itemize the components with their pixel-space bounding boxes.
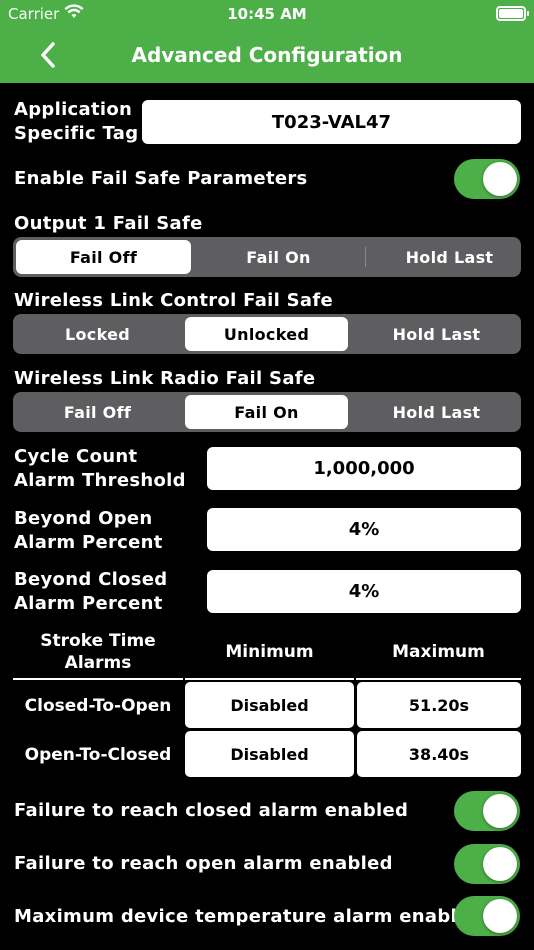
column-maximum-header: Maximum <box>392 642 485 662</box>
column-minimum-header: Minimum <box>225 642 314 662</box>
fail-safe-params-label: Enable Fail Safe Parameters <box>14 168 308 189</box>
wl-radio-option-fail-off[interactable]: Fail Off <box>13 392 182 432</box>
app-tag-label-line2: Specific Tag <box>14 123 139 144</box>
navigation-bar: Advanced Configuration <box>0 28 534 83</box>
wl-radio-segmented-control: Fail Off Fail On Hold Last <box>13 392 521 432</box>
cycle-count-input[interactable]: 1,000,000 <box>207 447 521 490</box>
output1-label: Output 1 Fail Safe <box>14 213 203 234</box>
beyond-open-label-line1: Beyond Open <box>14 508 153 529</box>
beyond-closed-label-line1: Beyond Closed <box>14 569 168 590</box>
toggle-knob <box>483 162 517 196</box>
wl-control-option-locked[interactable]: Locked <box>13 314 182 354</box>
wl-radio-option-hold-last[interactable]: Hold Last <box>352 392 521 432</box>
app-tag-input[interactable]: T023-VAL47 <box>142 100 521 144</box>
app-tag-label-line1: Application <box>14 99 133 120</box>
open-to-closed-maximum-cell[interactable]: 38.40s <box>357 731 521 777</box>
status-time: 10:45 AM <box>227 5 307 23</box>
temperature-alarm-toggle[interactable] <box>454 896 520 936</box>
toggle-knob <box>483 794 517 828</box>
fail-safe-params-toggle[interactable] <box>454 159 520 199</box>
output1-option-fail-off[interactable]: Fail Off <box>16 240 191 274</box>
wl-radio-option-fail-on[interactable]: Fail On <box>185 395 348 429</box>
wl-control-option-unlocked[interactable]: Unlocked <box>185 317 348 351</box>
wl-control-segmented-control: Locked Unlocked Hold Last <box>13 314 521 354</box>
beyond-open-input[interactable]: 4% <box>207 508 521 551</box>
output1-option-fail-on[interactable]: Fail On <box>194 237 363 277</box>
closed-alarm-label: Failure to reach closed alarm enabled <box>14 800 409 821</box>
beyond-closed-label: Beyond Closed Alarm Percent <box>14 568 167 616</box>
closed-alarm-toggle[interactable] <box>454 791 520 831</box>
battery-icon <box>496 6 529 21</box>
row-label-open-to-closed: Open-To-Closed <box>24 745 172 765</box>
closed-to-open-minimum-cell[interactable]: Disabled <box>185 682 354 728</box>
wl-control-label: Wireless Link Control Fail Safe <box>14 290 333 311</box>
toggle-knob <box>483 847 517 881</box>
open-alarm-label: Failure to reach open alarm enabled <box>14 853 393 874</box>
page-title: Advanced Configuration <box>131 43 403 67</box>
beyond-open-label-line2: Alarm Percent <box>14 532 163 553</box>
beyond-closed-input[interactable]: 4% <box>207 570 521 613</box>
table-header-rule <box>185 678 354 680</box>
cycle-count-label: Cycle Count Alarm Threshold <box>14 445 186 493</box>
stroke-time-header-line1: Stroke Time <box>40 631 156 651</box>
table-header-rule <box>13 678 183 680</box>
open-alarm-toggle[interactable] <box>454 844 520 884</box>
status-bar: Carrier 10:45 AM <box>0 0 534 28</box>
cycle-count-label-line2: Alarm Threshold <box>14 470 186 491</box>
open-to-closed-minimum-cell[interactable]: Disabled <box>185 731 354 777</box>
wl-control-option-hold-last[interactable]: Hold Last <box>352 314 521 354</box>
table-header-rule <box>356 678 521 680</box>
beyond-closed-label-line2: Alarm Percent <box>14 593 163 614</box>
cycle-count-label-line1: Cycle Count <box>14 446 138 467</box>
wl-radio-label: Wireless Link Radio Fail Safe <box>14 368 316 389</box>
output1-option-hold-last[interactable]: Hold Last <box>365 237 534 277</box>
beyond-open-label: Beyond Open Alarm Percent <box>14 507 163 555</box>
row-label-closed-to-open: Closed-To-Open <box>24 696 172 716</box>
closed-to-open-maximum-cell[interactable]: 51.20s <box>357 682 521 728</box>
output1-segmented-control: Fail Off Fail On Hold Last <box>13 237 521 277</box>
toggle-knob <box>483 899 517 933</box>
stroke-time-header: Stroke Time Alarms <box>13 630 183 674</box>
stroke-time-header-line2: Alarms <box>64 653 132 673</box>
temperature-alarm-label: Maximum device temperature alarm enabled <box>14 906 483 927</box>
app-tag-label: Application Specific Tag <box>14 98 138 146</box>
